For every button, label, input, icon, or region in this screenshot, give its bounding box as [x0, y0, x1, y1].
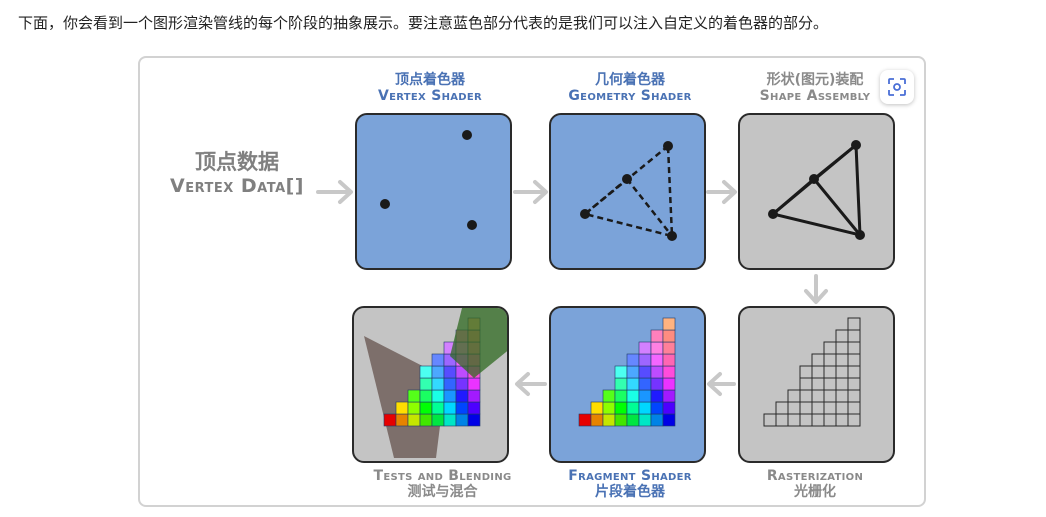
- arrow-right-icon: [513, 180, 548, 204]
- pipeline-arrows: [316, 180, 828, 396]
- arrow-left-icon: [515, 372, 547, 396]
- arrow-right-icon: [316, 180, 353, 204]
- arrow-left-icon: [707, 372, 736, 396]
- arrow-right-icon: [706, 180, 737, 204]
- arrow-down-icon: [804, 274, 828, 304]
